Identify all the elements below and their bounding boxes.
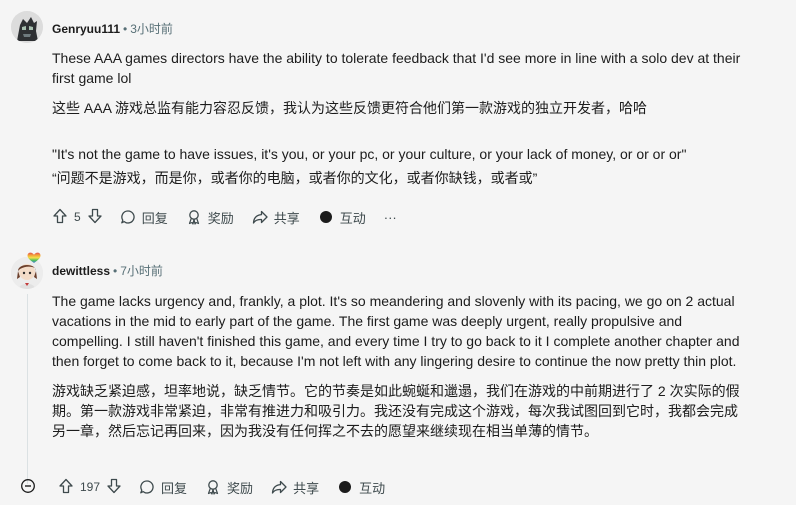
comment-meta: dewittless • 7小时前 [52,262,163,279]
meta-separator: • [113,264,118,278]
award-button[interactable]: 奖励 [177,202,243,232]
author-name[interactable]: dewittless [52,264,110,278]
interact-button[interactable]: 互动 [309,202,375,232]
speech-bubble-icon [139,479,155,495]
arrow-up-icon[interactable] [52,208,68,227]
more-icon: ··· [383,209,397,225]
comment-translation: 游戏缺乏紧迫感，坦率地说，缺乏情节。它的节奏是如此蜿蜒和邋遢，我们在游戏的中前期… [52,383,740,439]
award-label: 奖励 [227,480,254,496]
minus-circle-icon [20,478,36,497]
award-icon [205,479,221,495]
interact-button[interactable]: 互动 [328,472,394,502]
reply-button[interactable]: 回复 [130,472,196,502]
dot-icon [318,209,334,225]
share-label: 共享 [293,480,320,496]
avatar[interactable] [11,11,43,43]
comment-translation: 这些 AAA 游戏总监有能力容忍反馈，我认为这些反馈更符合他们第一款游戏的独立开… [52,100,648,116]
speech-bubble-icon [120,209,136,225]
share-arrow-icon [271,479,287,495]
author-name[interactable]: Genryuu111 [52,22,120,36]
share-button[interactable]: 共享 [262,472,328,502]
meta-separator: • [123,22,128,36]
arrow-down-icon[interactable] [87,208,103,227]
comment-time: 7小时前 [120,264,163,278]
thread-line[interactable] [27,294,28,484]
vote-control: 197 [50,478,130,497]
more-options-button[interactable]: ··· [375,202,406,232]
vote-control: 5 [44,208,111,227]
share-label: 共享 [273,210,300,226]
award-label: 奖励 [207,210,234,226]
comment-time: 3小时前 [130,22,173,36]
vote-count: 197 [80,480,101,494]
reply-label: 回复 [141,210,168,226]
comment-body: These AAA games directors have the abili… [52,48,742,198]
comment-text: "It's not the game to have issues, it's … [52,146,687,162]
interact-label: 互动 [359,480,386,496]
comment-text: The game lacks urgency and, frankly, a p… [52,293,740,369]
arrow-up-icon[interactable] [58,478,74,497]
arrow-down-icon[interactable] [106,478,122,497]
comment-text: These AAA games directors have the abili… [52,50,741,86]
vote-count: 5 [74,210,81,224]
heart-badge-icon [27,251,41,263]
comment-meta: Genryuu111 • 3小时前 [52,20,173,37]
share-button[interactable]: 共享 [243,202,309,232]
comment-translation: “问题不是游戏，而是你，或者你的电脑，或者你的文化，或者你缺钱，或者或” [52,170,538,186]
award-icon [186,209,202,225]
comment-actions: 197 回复 奖励 共享 互动 [16,472,394,502]
reply-label: 回复 [161,480,188,496]
dot-icon [337,479,353,495]
interact-label: 互动 [339,210,366,226]
award-button[interactable]: 奖励 [196,472,262,502]
collapse-button[interactable] [16,478,42,497]
comment-actions: 5 回复 奖励 共享 互动 ··· [44,202,406,232]
share-arrow-icon [252,209,268,225]
reply-button[interactable]: 回复 [111,202,177,232]
comment-body: The game lacks urgency and, frankly, a p… [52,291,742,451]
